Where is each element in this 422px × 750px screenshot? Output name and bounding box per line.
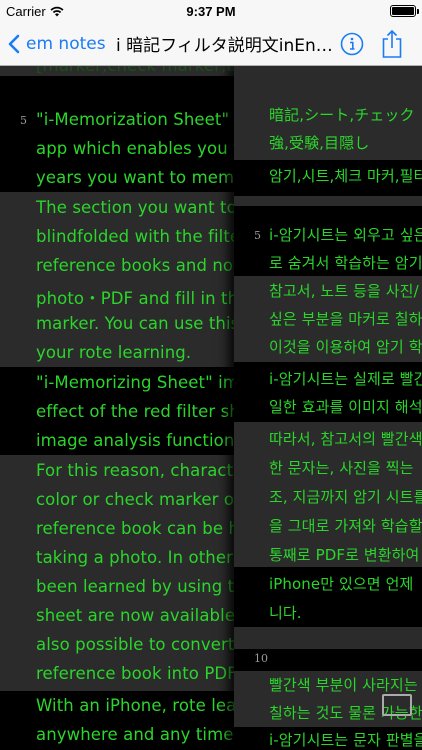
list-item <box>234 627 422 649</box>
text-line: years you want to memo <box>36 168 234 187</box>
text-line: anywhere and any time. <box>36 725 234 744</box>
text-line: 이것을 이용하여 암기 학 <box>269 338 422 356</box>
text-line: your rote learning. <box>36 343 192 362</box>
text-line: "i-Memorization Sheet" is <box>36 110 234 129</box>
status-time: 9:37 PM <box>186 3 236 19</box>
list-item: i-암기시트는 문자 판별을 <box>234 727 422 750</box>
text-line: color or check marker o <box>36 490 234 509</box>
list-item: 암기,시트,체크 마커,필터 <box>234 160 422 196</box>
list-item: 暗記,シート,チェック 強,受験,目隠し <box>234 100 422 160</box>
list-item <box>234 66 422 100</box>
list-item: [marker,check marker,bli <box>0 66 234 76</box>
list-item: iPhone만 있으면 언제 니다. <box>234 567 422 627</box>
text-line: 따라서, 참고서의 빨간색 <box>269 430 422 448</box>
chevron-left-icon <box>8 34 20 53</box>
text-line: taking a photo. In other w <box>36 548 234 567</box>
text-line: For this reason, characte <box>36 461 234 480</box>
text-line: app which enables you to <box>36 139 234 158</box>
document-content[interactable]: [marker,check marker,bli 5 "i-Memorizati… <box>0 66 422 750</box>
list-item: 5 i-암기시트는 외우고 싶은 로 숨겨서 학습하는 암기 <box>234 216 422 276</box>
text-line: sheet are now available c <box>36 606 234 625</box>
text-line: 조, 지금까지 암기 시트를 <box>269 488 422 506</box>
english-pane[interactable]: [marker,check marker,bli 5 "i-Memorizati… <box>0 66 234 750</box>
text-line: The section you want to <box>36 198 234 217</box>
list-item: For this reason, characte color or check… <box>0 455 234 691</box>
list-item <box>234 196 422 206</box>
share-icon[interactable] <box>381 29 403 59</box>
text-line: 強,受験,目隠し <box>269 134 370 152</box>
text-line: effect of the red filter sh <box>36 402 234 421</box>
text-line: i-암기시트는 외우고 싶은 <box>269 226 422 244</box>
text-line: reference book can be h <box>36 519 234 538</box>
status-bar: Carrier 9:37 PM <box>0 0 422 22</box>
battery-icon <box>390 5 419 17</box>
text-line: With an iPhone, rote lear <box>36 696 234 715</box>
text-line: 암기,시트,체크 마커,필터 <box>269 167 422 185</box>
text-line: also possible to convert <box>36 635 234 654</box>
text-line: photo・PDF and fill in th <box>36 289 234 308</box>
text-line: iPhone만 있으면 언제 <box>269 575 414 593</box>
text-line: blindfolded with the filte <box>36 227 234 246</box>
list-item: "i-Memorizing Sheet" imp effect of the r… <box>0 367 234 455</box>
list-item <box>0 76 234 104</box>
text-line: reference books and not <box>36 256 234 275</box>
text-line: 통째로 PDF로 변환하여 <box>269 546 420 564</box>
list-item: 10 <box>234 649 422 671</box>
text-line: "i-Memorizing Sheet" imp <box>36 373 234 392</box>
list-item: 따라서, 참고서의 빨간색 한 문자는, 사진을 찍는 조, 지금까지 암기 시… <box>234 422 422 567</box>
text-line: 빨간색 부분이 사라지는 <box>269 676 418 694</box>
list-item: 5 "i-Memorization Sheet" is app which en… <box>0 104 234 192</box>
list-item: i-암기시트는 실제로 빨간 일한 효과를 이미지 해석 <box>234 362 422 422</box>
text-line: reference book into PDF <box>36 664 234 683</box>
back-button[interactable]: em notes <box>0 34 106 54</box>
keyboard-toggle-icon[interactable] <box>382 694 412 716</box>
line-number: 10 <box>254 652 268 665</box>
line-number: 5 <box>20 114 27 127</box>
list-item <box>234 206 422 216</box>
info-icon[interactable] <box>340 32 364 56</box>
list-item: With an iPhone, rote lear anywhere and a… <box>0 691 234 750</box>
text-line: 을 그대로 가져와 학습할 <box>269 517 422 535</box>
text-line: 로 숨겨서 학습하는 암기 <box>269 254 422 272</box>
japanese-korean-pane[interactable]: 暗記,シート,チェック 強,受験,目隠し 암기,시트,체크 마커,필터 5 i-… <box>234 66 422 750</box>
text-line: image analysis function. <box>36 431 234 450</box>
back-button-label: em notes <box>26 33 106 54</box>
text-line: 니다. <box>269 604 302 622</box>
list-item: 참고서, 노트 등을 사진/ 싶은 부분을 마커로 칠하 이것을 이용하여 암기… <box>234 276 422 362</box>
text-line: i-암기시트는 문자 판별을 <box>269 731 422 749</box>
text-line: 한 문자는, 사진을 찍는 <box>269 459 414 477</box>
text-line: i-암기시트는 실제로 빨간 <box>269 370 422 388</box>
page-title: i 暗記フィルタ説明文inEn… <box>116 36 333 56</box>
text-line: 참고서, 노트 등을 사진/ <box>269 282 419 300</box>
text-line: 暗記,シート,チェック <box>269 106 415 124</box>
text-line: marker. You can use this <box>36 314 234 333</box>
text-line: 싶은 부분을 마커로 칠하 <box>269 310 422 328</box>
text-line: [marker,check marker,bli <box>36 66 234 75</box>
text-line: 일한 효과를 이미지 해석 <box>269 398 422 416</box>
navigation-bar: em notes i 暗記フィルタ説明文inEn… <box>0 22 422 66</box>
list-item: The section you want to blindfolded with… <box>0 192 234 367</box>
line-number: 5 <box>254 229 261 242</box>
text-line: been learned by using th <box>36 577 234 596</box>
